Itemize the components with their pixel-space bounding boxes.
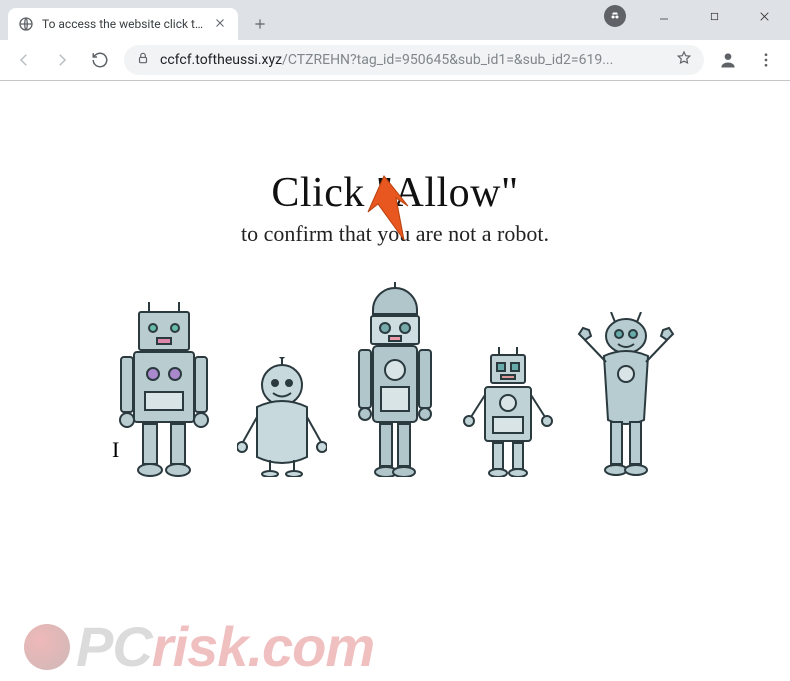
forward-button[interactable]	[48, 46, 76, 74]
annotation-arrow-icon	[360, 174, 418, 248]
reload-button[interactable]	[86, 46, 114, 74]
maximize-button[interactable]	[692, 1, 736, 31]
watermark: PCrisk.com	[24, 619, 374, 675]
robot-icon	[345, 282, 445, 477]
profile-button[interactable]	[714, 46, 742, 74]
close-icon[interactable]	[214, 17, 228, 31]
robot-icon	[571, 312, 681, 477]
address-bar[interactable]: ccfcf.toftheussi.xyz/CTZREHN?tag_id=9506…	[124, 45, 704, 75]
browser-tab[interactable]: To access the website click the "A	[8, 8, 238, 40]
window-controls	[604, 0, 786, 32]
close-window-button[interactable]	[742, 1, 786, 31]
url-text: ccfcf.toftheussi.xyz/CTZREHN?tag_id=9506…	[160, 52, 666, 68]
browser-chrome: To access the website click the "A	[0, 0, 790, 81]
watermark-prefix: PC	[76, 619, 152, 675]
watermark-orb-icon	[24, 624, 70, 670]
url-host: ccfcf.toftheussi.xyz	[160, 52, 282, 68]
kebab-menu-icon[interactable]	[752, 46, 780, 74]
robot-icon	[463, 347, 553, 477]
incognito-icon	[604, 5, 626, 27]
robot-icon	[109, 302, 219, 477]
lock-icon	[136, 51, 150, 69]
toolbar: ccfcf.toftheussi.xyz/CTZREHN?tag_id=9506…	[0, 40, 790, 80]
globe-icon	[18, 16, 34, 32]
new-tab-button[interactable]	[246, 10, 274, 38]
text-cursor-icon: I	[112, 437, 119, 463]
titlebar: To access the website click the "A	[0, 0, 790, 40]
minimize-button[interactable]	[642, 1, 686, 31]
back-button[interactable]	[10, 46, 38, 74]
url-path: /CTZREHN?tag_id=950645&sub_id1=&sub_id2=…	[282, 52, 613, 68]
watermark-suffix: risk.com	[152, 619, 374, 675]
tab-title: To access the website click the "A	[42, 17, 208, 31]
robot-icon	[237, 357, 327, 477]
bookmark-icon[interactable]	[676, 50, 692, 70]
page-content: Click "Allow" to confirm that you are no…	[0, 169, 790, 681]
